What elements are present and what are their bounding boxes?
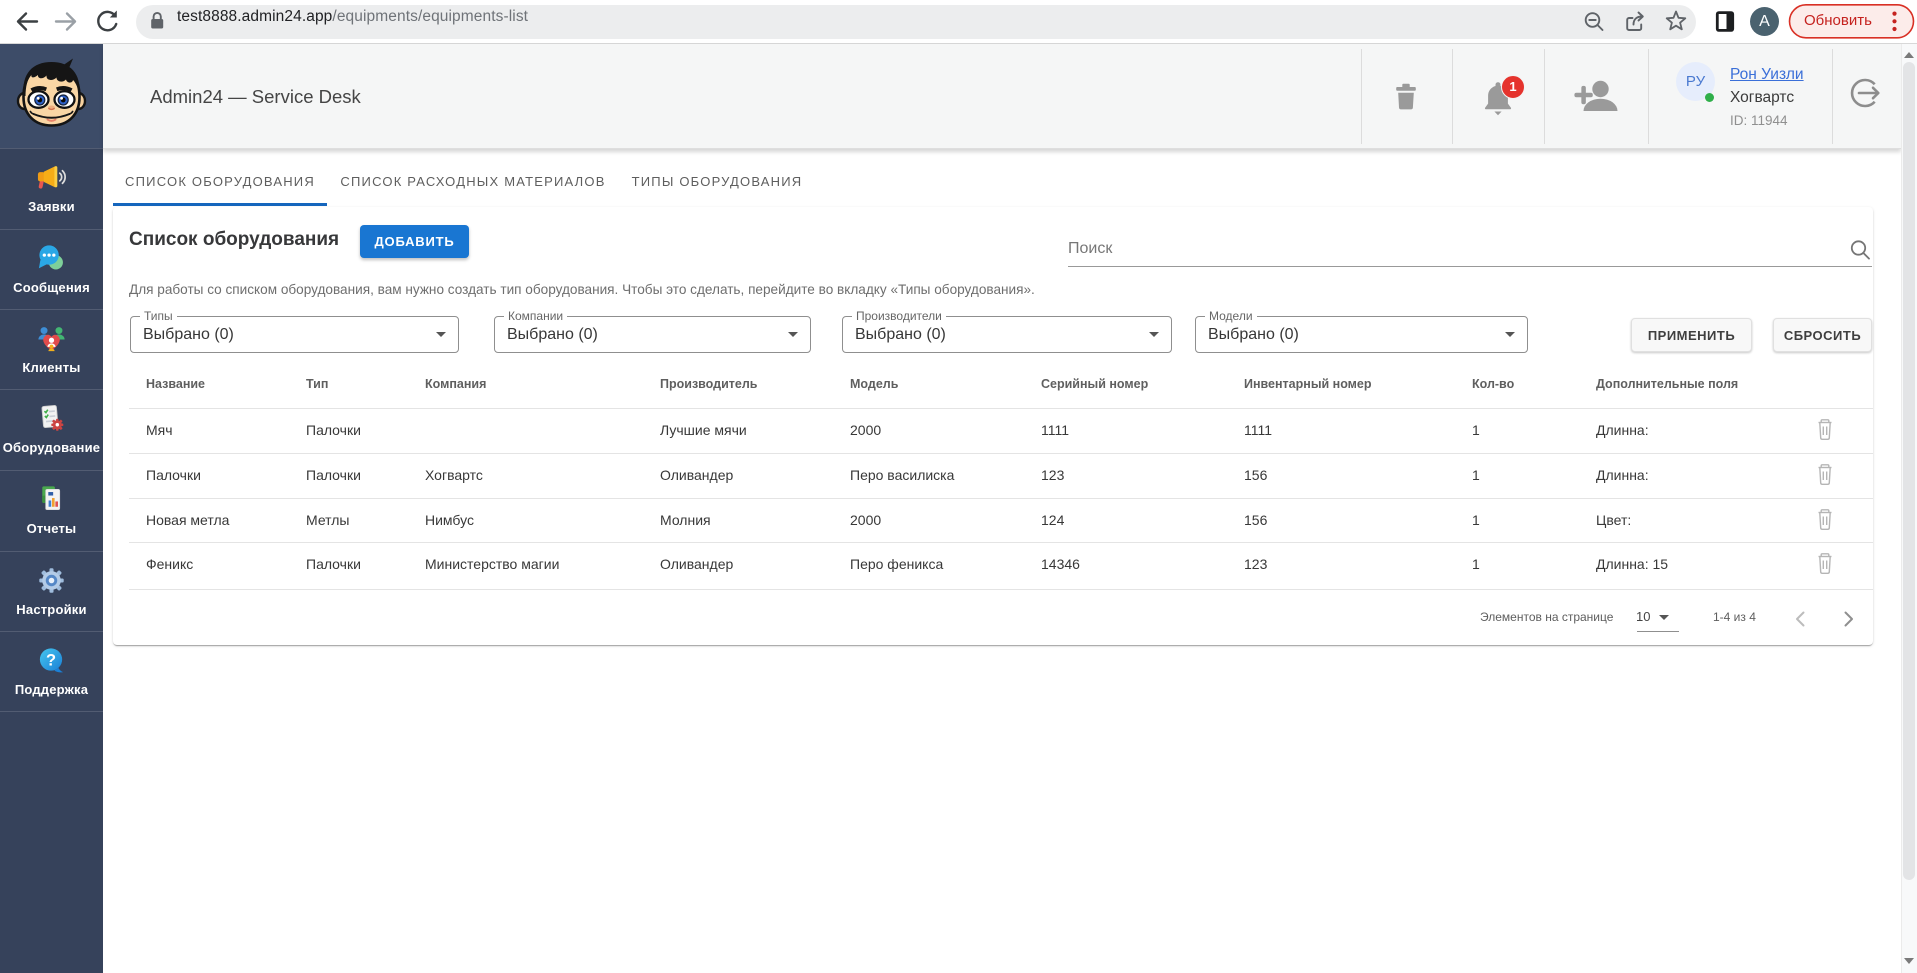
svg-text:?: ? bbox=[46, 651, 56, 669]
